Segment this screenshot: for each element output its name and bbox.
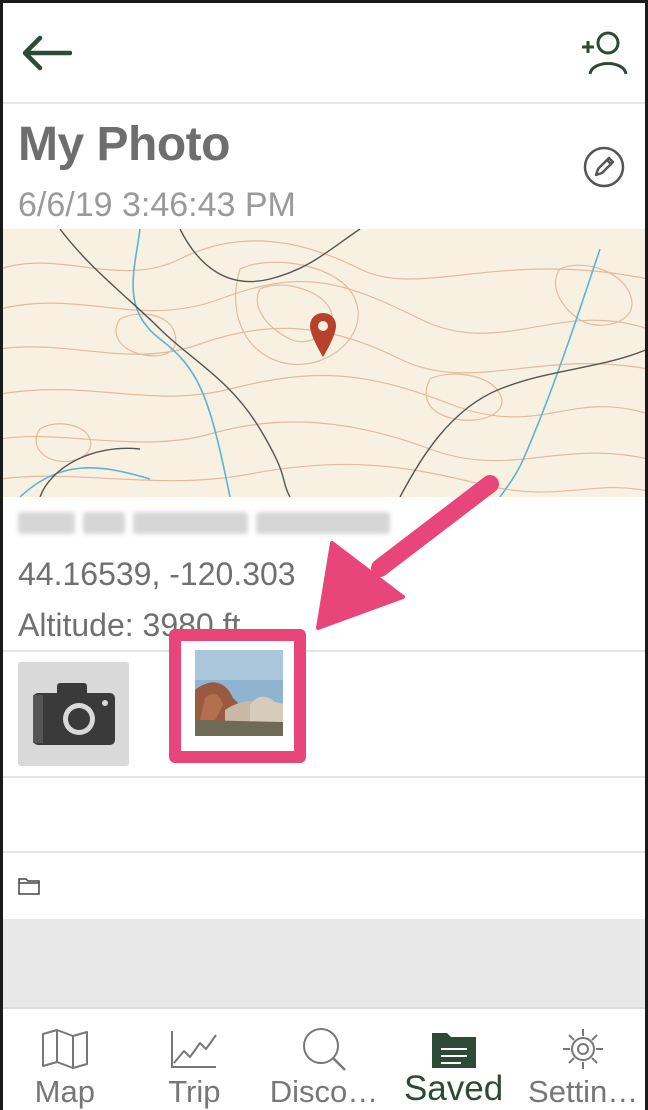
landscape-painting-image [195,650,283,736]
location-map[interactable] [0,229,648,497]
map-pin-icon [310,313,336,357]
saved-folder-icon [431,1033,476,1068]
nav-item-trip[interactable]: Trip [130,1009,260,1110]
back-button[interactable] [20,28,80,78]
chart-line-icon [171,1030,218,1068]
nav-label: Disco… [269,1074,379,1109]
nav-item-settings[interactable]: Settin… [518,1009,648,1110]
nav-label: Settin… [528,1074,639,1109]
folder-row[interactable] [0,853,648,919]
blurred-address [18,506,390,540]
photo-thumbnail[interactable] [195,650,283,736]
nav-label: Trip [168,1074,221,1109]
map-icon [41,1028,88,1069]
nav-item-map[interactable]: Map [0,1009,130,1110]
add-user-icon [582,31,628,75]
bottom-nav: Map Trip Disco… Saved Settin… [0,1007,648,1110]
empty-area [0,919,648,1007]
divider [0,650,648,652]
add-user-button[interactable] [580,28,630,78]
coordinates-text: 44.16539, -120.303 [18,556,296,592]
nav-label: Map [34,1074,95,1109]
nav-item-saved[interactable]: Saved [389,1009,519,1110]
nav-label: Saved [403,1069,504,1108]
nav-item-discover[interactable]: Disco… [259,1009,389,1110]
page-title: My Photo [18,118,230,171]
divider [0,776,648,778]
pencil-icon [583,146,625,188]
photo-thumbnail-highlight[interactable] [169,629,306,763]
add-photo-button[interactable] [18,662,129,766]
gear-icon [563,1028,604,1069]
folder-icon [18,878,40,895]
photo-datetime: 6/6/19 3:46:43 PM [18,186,296,224]
camera-icon [32,683,115,745]
topo-map-image [0,229,648,497]
search-icon [302,1027,346,1071]
edit-button[interactable] [582,145,626,189]
arrow-left-icon [22,35,72,71]
top-bar [0,0,648,104]
